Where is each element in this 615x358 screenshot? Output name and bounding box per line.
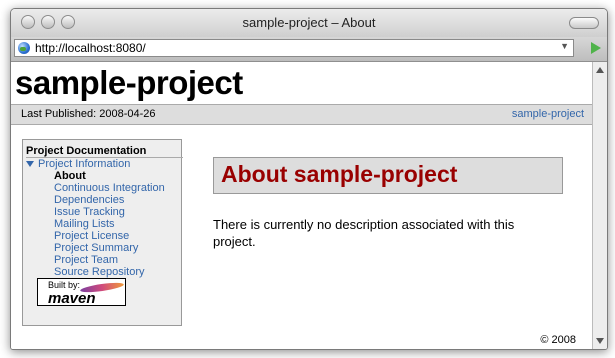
nav-list: About Continuous Integration Dependencie… (54, 170, 165, 278)
section-heading-box: About sample-project (213, 157, 563, 194)
go-arrow-icon[interactable] (591, 42, 601, 54)
nav-group-project-information[interactable]: Project Information (26, 158, 130, 170)
project-description: There is currently no description associ… (213, 217, 515, 249)
project-link[interactable]: sample-project (512, 108, 584, 120)
last-published: Last Published: 2008-04-26 (21, 108, 156, 120)
nav-item-project-license[interactable]: Project License (54, 230, 165, 242)
built-by-label: Built by: (48, 280, 81, 290)
browser-window: sample-project – About http://localhost:… (10, 8, 608, 350)
nav-item-continuous-integration[interactable]: Continuous Integration (54, 182, 165, 194)
page-title: About sample-project (221, 161, 458, 187)
breadcrumb-bar: Last Published: 2008-04-26 sample-projec… (11, 104, 592, 125)
copyright-footer: © 2008 (540, 334, 576, 346)
scroll-up-arrow-icon[interactable] (596, 67, 604, 73)
disclosure-triangle-icon[interactable] (26, 161, 34, 167)
toolbar-toggle-button[interactable] (569, 17, 599, 29)
nav-item-dependencies[interactable]: Dependencies (54, 194, 165, 206)
title-bar: sample-project – About (11, 9, 607, 37)
nav-item-mailing-lists[interactable]: Mailing Lists (54, 218, 165, 230)
dropdown-arrow-icon[interactable]: ▼ (560, 41, 569, 51)
nav-heading: Project Documentation (26, 145, 183, 158)
address-bar[interactable]: http://localhost:8080/ ▼ (14, 39, 574, 57)
nav-item-source-repository[interactable]: Source Repository (54, 266, 165, 278)
globe-icon (18, 42, 30, 54)
browser-toolbar: http://localhost:8080/ ▼ (11, 37, 607, 62)
address-text[interactable]: http://localhost:8080/ (35, 41, 146, 55)
window-title: sample-project – About (242, 15, 376, 30)
nav-item-issue-tracking[interactable]: Issue Tracking (54, 206, 165, 218)
site-banner: sample-project (15, 64, 243, 101)
nav-item-project-team[interactable]: Project Team (54, 254, 165, 266)
scroll-down-arrow-icon[interactable] (596, 338, 604, 344)
page-viewport: sample-project Last Published: 2008-04-2… (11, 62, 592, 349)
vertical-scrollbar[interactable] (592, 62, 607, 349)
nav-group-label[interactable]: Project Information (38, 158, 130, 170)
maven-wordmark: maven (48, 290, 96, 307)
built-by-maven-logo[interactable]: Built by: maven (37, 278, 126, 307)
nav-item-about: About (54, 170, 86, 182)
left-nav: Project Documentation Project Informatio… (22, 139, 183, 326)
nav-item-project-summary[interactable]: Project Summary (54, 242, 165, 254)
